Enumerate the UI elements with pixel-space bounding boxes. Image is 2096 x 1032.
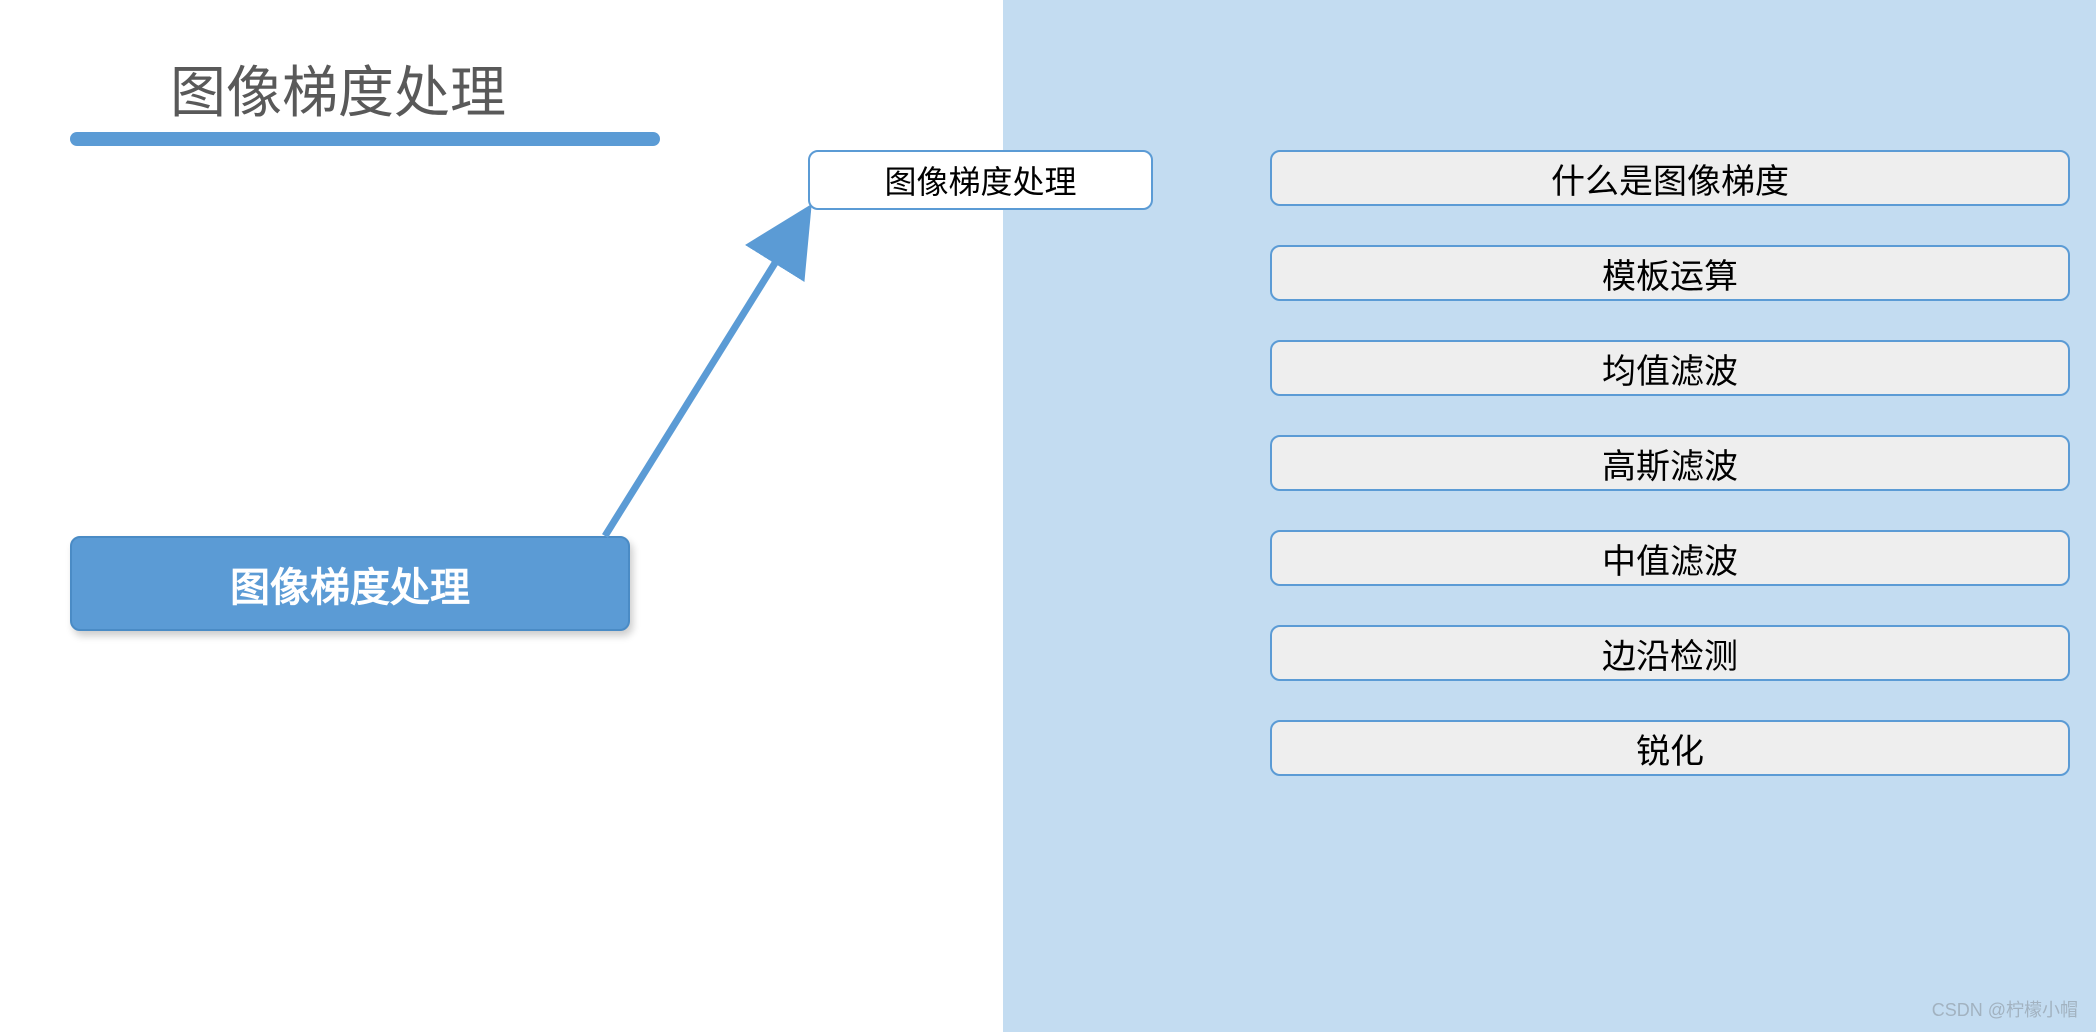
topic-item: 高斯滤波: [1270, 435, 2070, 491]
topic-item: 均值滤波: [1270, 340, 2070, 396]
watermark: CSDN @柠檬小帽: [1932, 996, 2078, 1022]
slide-title: 图像梯度处理: [170, 48, 506, 129]
target-node: 图像梯度处理: [808, 150, 1153, 210]
topic-item: 锐化: [1270, 720, 2070, 776]
title-underline: [70, 132, 660, 146]
topic-item: 边沿检测: [1270, 625, 2070, 681]
topic-item: 什么是图像梯度: [1270, 150, 2070, 206]
topic-item: 模板运算: [1270, 245, 2070, 301]
source-node: 图像梯度处理: [70, 536, 630, 631]
topic-item: 中值滤波: [1270, 530, 2070, 586]
